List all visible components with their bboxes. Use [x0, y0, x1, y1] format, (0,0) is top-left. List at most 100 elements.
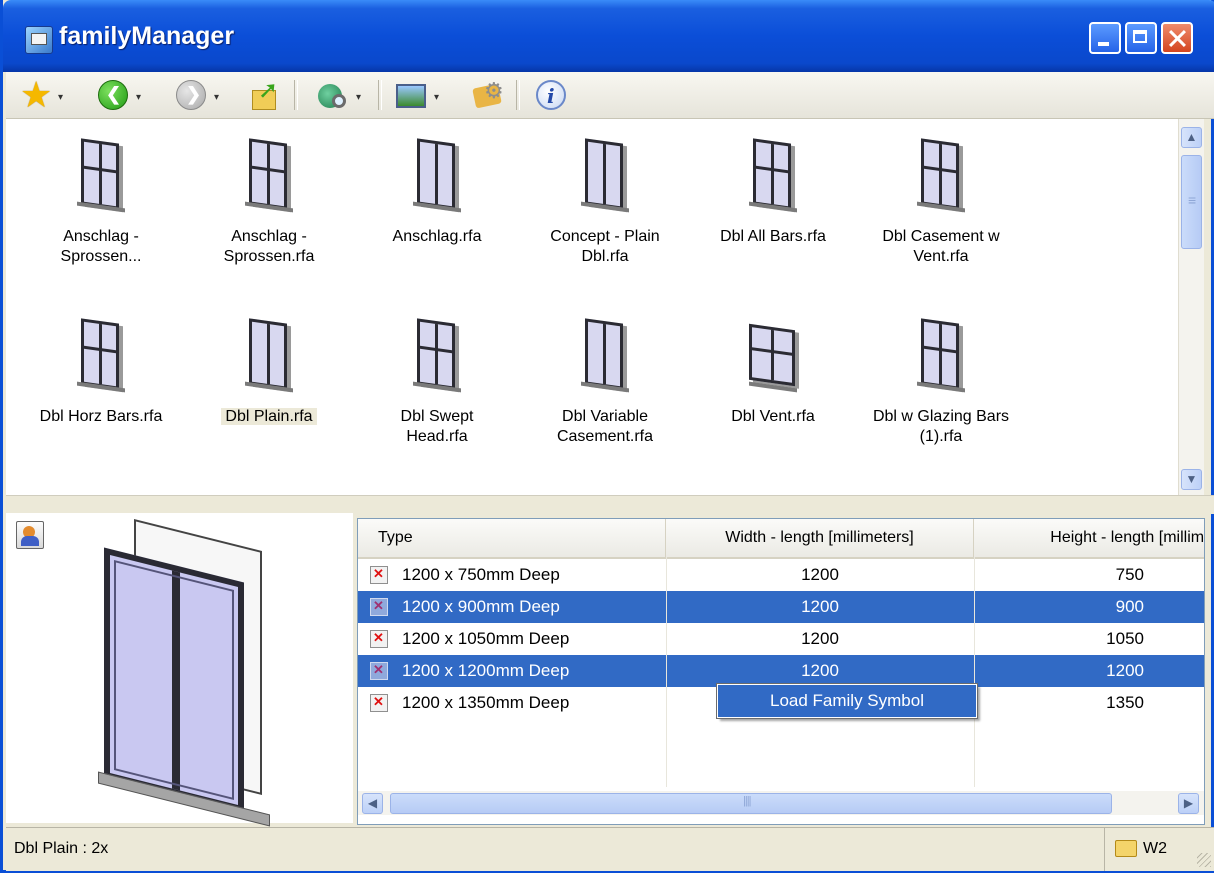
toolbar-separator	[516, 80, 520, 110]
back-dropdown-icon[interactable]: ▾	[136, 92, 141, 103]
family-file-label: Dbl All Bars.rfa	[720, 228, 826, 245]
family-thumbnail-item[interactable]: Dbl Plain.rfa	[194, 315, 344, 427]
horizontal-scroll-thumb[interactable]	[390, 793, 1112, 814]
views-icon[interactable]	[396, 80, 426, 110]
favorites-star-icon[interactable]	[20, 74, 52, 116]
minimize-button[interactable]	[1089, 22, 1121, 54]
family-symbol-icon	[370, 598, 388, 616]
family-gallery: Anschlag - Sprossen... Anschlag - Sprossen.…	[6, 119, 1178, 495]
status-bar: Dbl Plain : 2x W2	[6, 827, 1214, 871]
window-thumbnail-icon	[575, 135, 635, 219]
window-thumbnail-icon	[407, 135, 467, 219]
window-thumbnail-icon	[575, 315, 635, 399]
toolbar: ▾ ▾ ▾ ▾ ▾	[6, 72, 1214, 119]
scroll-thumb[interactable]	[1181, 155, 1202, 249]
family-thumbnail-item[interactable]: Dbl w Glazing Bars (1).rfa	[866, 315, 1016, 447]
family-file-label: Dbl Horz Bars.rfa	[39, 408, 163, 425]
window-thumbnail-icon	[71, 315, 131, 399]
folder-icon	[1115, 840, 1137, 857]
family-file-label: Dbl Swept Head.rfa	[400, 408, 474, 445]
status-text: Dbl Plain : 2x	[14, 840, 109, 857]
toolbar-separator	[294, 80, 298, 110]
family-types-icon[interactable]	[16, 521, 44, 549]
table-row[interactable]: 1200 x 1200mm Deep 1200 1200	[358, 655, 1204, 687]
load-family-symbol-menu-item[interactable]: Load Family Symbol	[718, 685, 976, 717]
family-thumbnail-item[interactable]: Anschlag.rfa	[362, 135, 512, 247]
window-thumbnail-icon	[239, 315, 299, 399]
cell-type: 1200 x 1350mm Deep	[402, 693, 570, 712]
cell-height: 900	[1115, 597, 1144, 616]
search-globe-icon[interactable]	[318, 80, 348, 110]
family-file-label: Dbl Plain.rfa	[194, 407, 344, 427]
family-file-label: Dbl w Glazing Bars (1).rfa	[872, 408, 1010, 445]
favorites-dropdown-icon[interactable]: ▾	[58, 92, 63, 103]
family-thumbnail-item[interactable]: Anschlag - Sprossen.rfa	[194, 135, 344, 267]
family-thumbnail-item[interactable]: Dbl Casement w Vent.rfa	[866, 135, 1016, 267]
family-preview	[6, 513, 353, 827]
status-folder-name: W2	[1143, 840, 1167, 857]
context-menu: Load Family Symbol	[716, 683, 978, 719]
scroll-down-icon[interactable]: ▼	[1181, 469, 1202, 490]
resize-grip[interactable]	[1197, 853, 1211, 867]
window-thumbnail-icon	[911, 135, 971, 219]
window-thumbnail-icon	[71, 135, 131, 219]
family-thumbnail-item[interactable]: Dbl Variable Casement.rfa	[530, 315, 680, 447]
close-button[interactable]	[1161, 22, 1193, 54]
up-folder-icon[interactable]	[250, 76, 280, 110]
table-row[interactable]: 1200 x 1050mm Deep 1200 1050	[358, 623, 1204, 655]
family-symbol-icon	[370, 662, 388, 680]
cell-width: 1200	[801, 565, 839, 584]
family-file-label: Dbl Casement w Vent.rfa	[882, 228, 1000, 265]
title-bar[interactable]: familyManager	[3, 0, 1214, 72]
settings-icon[interactable]	[474, 78, 504, 110]
window-thumbnail-icon	[743, 315, 803, 399]
maximize-button[interactable]	[1125, 22, 1157, 54]
table-scrollbar[interactable]: ◀ ▶	[358, 791, 1204, 815]
search-dropdown-icon[interactable]: ▾	[356, 92, 361, 103]
window-title: familyManager	[59, 22, 235, 50]
views-dropdown-icon[interactable]: ▾	[434, 92, 439, 103]
cell-height: 1350	[1106, 693, 1144, 712]
table-row[interactable]: 1200 x 750mm Deep 1200 750	[358, 559, 1204, 591]
family-file-label: Anschlag - Sprossen...	[60, 228, 142, 265]
cell-height: 750	[1115, 565, 1144, 584]
toolbar-separator	[378, 80, 382, 110]
column-header-type[interactable]: Type	[358, 519, 666, 557]
family-symbol-icon	[370, 566, 388, 584]
pane-splitter[interactable]	[6, 495, 1214, 514]
table-row[interactable]: 1200 x 900mm Deep 1200 900	[358, 591, 1204, 623]
scroll-left-icon[interactable]: ◀	[362, 793, 383, 814]
window-thumbnail-icon	[911, 315, 971, 399]
family-file-label: Concept - Plain Dbl.rfa	[550, 228, 660, 265]
family-types-table: Type Width - length [millimeters] Height…	[357, 518, 1205, 825]
app-icon	[25, 26, 53, 54]
scroll-right-icon[interactable]: ▶	[1178, 793, 1199, 814]
family-thumbnail-item[interactable]: Dbl All Bars.rfa	[698, 135, 848, 247]
forward-dropdown-icon[interactable]: ▾	[214, 92, 219, 103]
forward-arrow-icon[interactable]	[176, 80, 206, 110]
cell-type: 1200 x 900mm Deep	[402, 597, 560, 616]
family-thumbnail-item[interactable]: Dbl Horz Bars.rfa	[26, 315, 176, 427]
family-manager-window: familyManager ▾ ▾ ▾ ▾ ▾ Anschlag -Spross…	[0, 0, 1214, 873]
cell-height: 1200	[1106, 661, 1144, 680]
family-file-label: Dbl Vent.rfa	[731, 408, 815, 425]
info-icon[interactable]	[536, 80, 566, 110]
family-thumbnail-item[interactable]: Anschlag - Sprossen...	[26, 135, 176, 267]
cell-width: 1200	[801, 661, 839, 680]
cell-height: 1050	[1106, 629, 1144, 648]
column-header-width[interactable]: Width - length [millimeters]	[666, 519, 974, 557]
gallery-scrollbar[interactable]: ▲ ▼	[1178, 119, 1204, 495]
column-header-height[interactable]: Height - length [millime	[974, 519, 1204, 557]
status-folder-pane[interactable]: W2	[1104, 828, 1214, 871]
family-file-label: Anschlag - Sprossen.rfa	[223, 228, 315, 265]
family-thumbnail-item[interactable]: Dbl Vent.rfa	[698, 315, 848, 427]
back-arrow-icon[interactable]	[98, 80, 128, 110]
cell-type: 1200 x 1050mm Deep	[402, 629, 570, 648]
family-symbol-icon	[370, 694, 388, 712]
family-thumbnail-item[interactable]: Dbl Swept Head.rfa	[362, 315, 512, 447]
family-thumbnail-item[interactable]: Concept - Plain Dbl.rfa	[530, 135, 680, 267]
cell-type: 1200 x 750mm Deep	[402, 565, 560, 584]
table-header: Type Width - length [millimeters] Height…	[358, 519, 1204, 559]
family-file-label: Anschlag.rfa	[392, 228, 482, 245]
scroll-up-icon[interactable]: ▲	[1181, 127, 1202, 148]
